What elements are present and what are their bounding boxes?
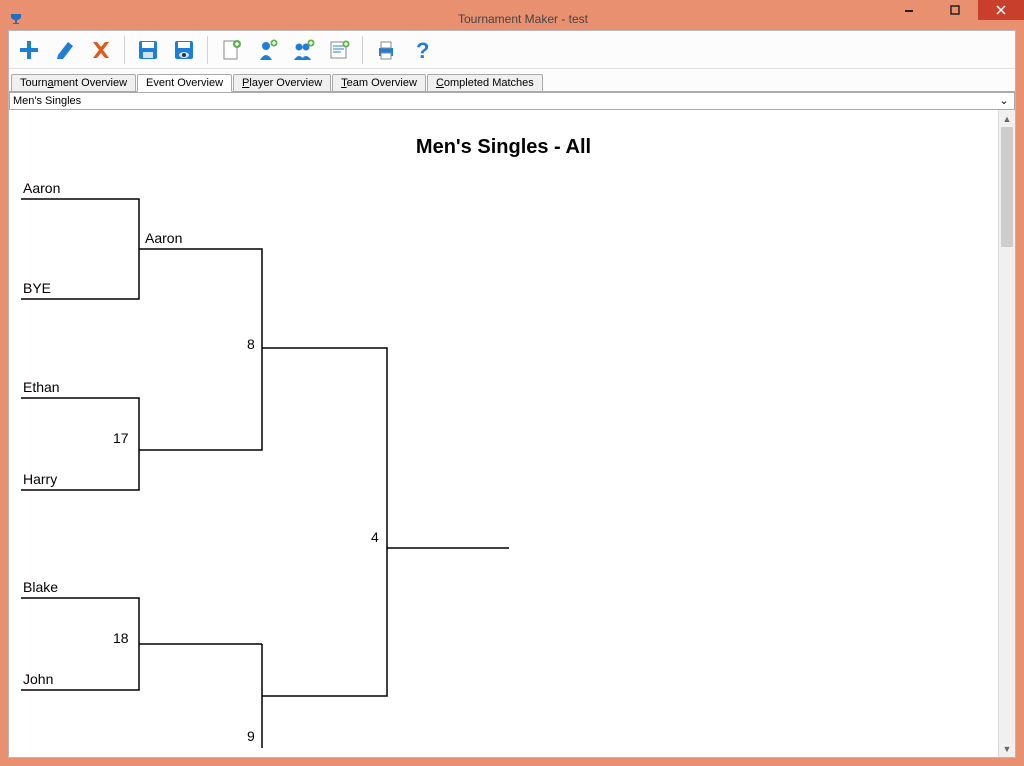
window-controls [886, 0, 1024, 22]
dropdown-selected: Men's Singles [13, 95, 81, 107]
bracket-score: 17 [113, 430, 129, 446]
minimize-button[interactable] [886, 0, 932, 20]
bracket-score: 18 [113, 630, 129, 646]
add-button[interactable] [13, 34, 45, 66]
add-note-button[interactable] [323, 34, 355, 66]
event-dropdown[interactable]: Men's Singles ⌄ [9, 92, 1015, 110]
add-player-button[interactable] [251, 34, 283, 66]
bracket-player: Harry [23, 471, 57, 487]
chevron-down-icon: ⌄ [996, 94, 1012, 107]
app-icon [8, 11, 24, 27]
edit-button[interactable] [49, 34, 81, 66]
bracket-player: Blake [23, 579, 58, 595]
bracket-player: Ethan [23, 379, 60, 395]
tab-completed-matches[interactable]: Completed Matches [427, 74, 543, 91]
scrollbar-thumb[interactable] [1001, 127, 1013, 247]
tab-player-overview[interactable]: Player Overview [233, 74, 331, 91]
print-button[interactable] [370, 34, 402, 66]
window-title: Tournament Maker - test [30, 12, 1016, 26]
bracket-player: BYE [23, 280, 51, 296]
separator [362, 36, 363, 64]
scroll-down-icon[interactable]: ▼ [999, 740, 1015, 757]
add-team-button[interactable] [287, 34, 319, 66]
bracket-score: 4 [371, 529, 379, 545]
tab-bar: Tournament Overview Event Overview Playe… [9, 69, 1015, 91]
bracket-player: Aaron [23, 180, 60, 196]
vertical-scrollbar[interactable]: ▲ ▼ [998, 110, 1015, 757]
save-as-button[interactable] [168, 34, 200, 66]
bracket-canvas[interactable]: Men's Singles - All [9, 110, 998, 757]
bracket-score: 9 [247, 728, 255, 744]
delete-button[interactable] [85, 34, 117, 66]
bracket-player: Aaron [145, 230, 182, 246]
scroll-up-icon[interactable]: ▲ [999, 110, 1015, 127]
svg-text:?: ? [416, 38, 429, 62]
toolbar: ? [9, 31, 1015, 69]
maximize-button[interactable] [932, 0, 978, 20]
help-button[interactable]: ? [406, 34, 438, 66]
tab-tournament-overview[interactable]: Tournament Overview [11, 74, 136, 91]
tab-team-overview[interactable]: Team Overview [332, 74, 426, 91]
tab-event-overview[interactable]: Event Overview [137, 74, 232, 92]
separator [124, 36, 125, 64]
separator [207, 36, 208, 64]
bracket-player: John [23, 671, 53, 687]
close-button[interactable] [978, 0, 1024, 20]
bracket-score: 8 [247, 336, 255, 352]
titlebar: Tournament Maker - test [8, 8, 1016, 30]
new-document-button[interactable] [215, 34, 247, 66]
save-button[interactable] [132, 34, 164, 66]
